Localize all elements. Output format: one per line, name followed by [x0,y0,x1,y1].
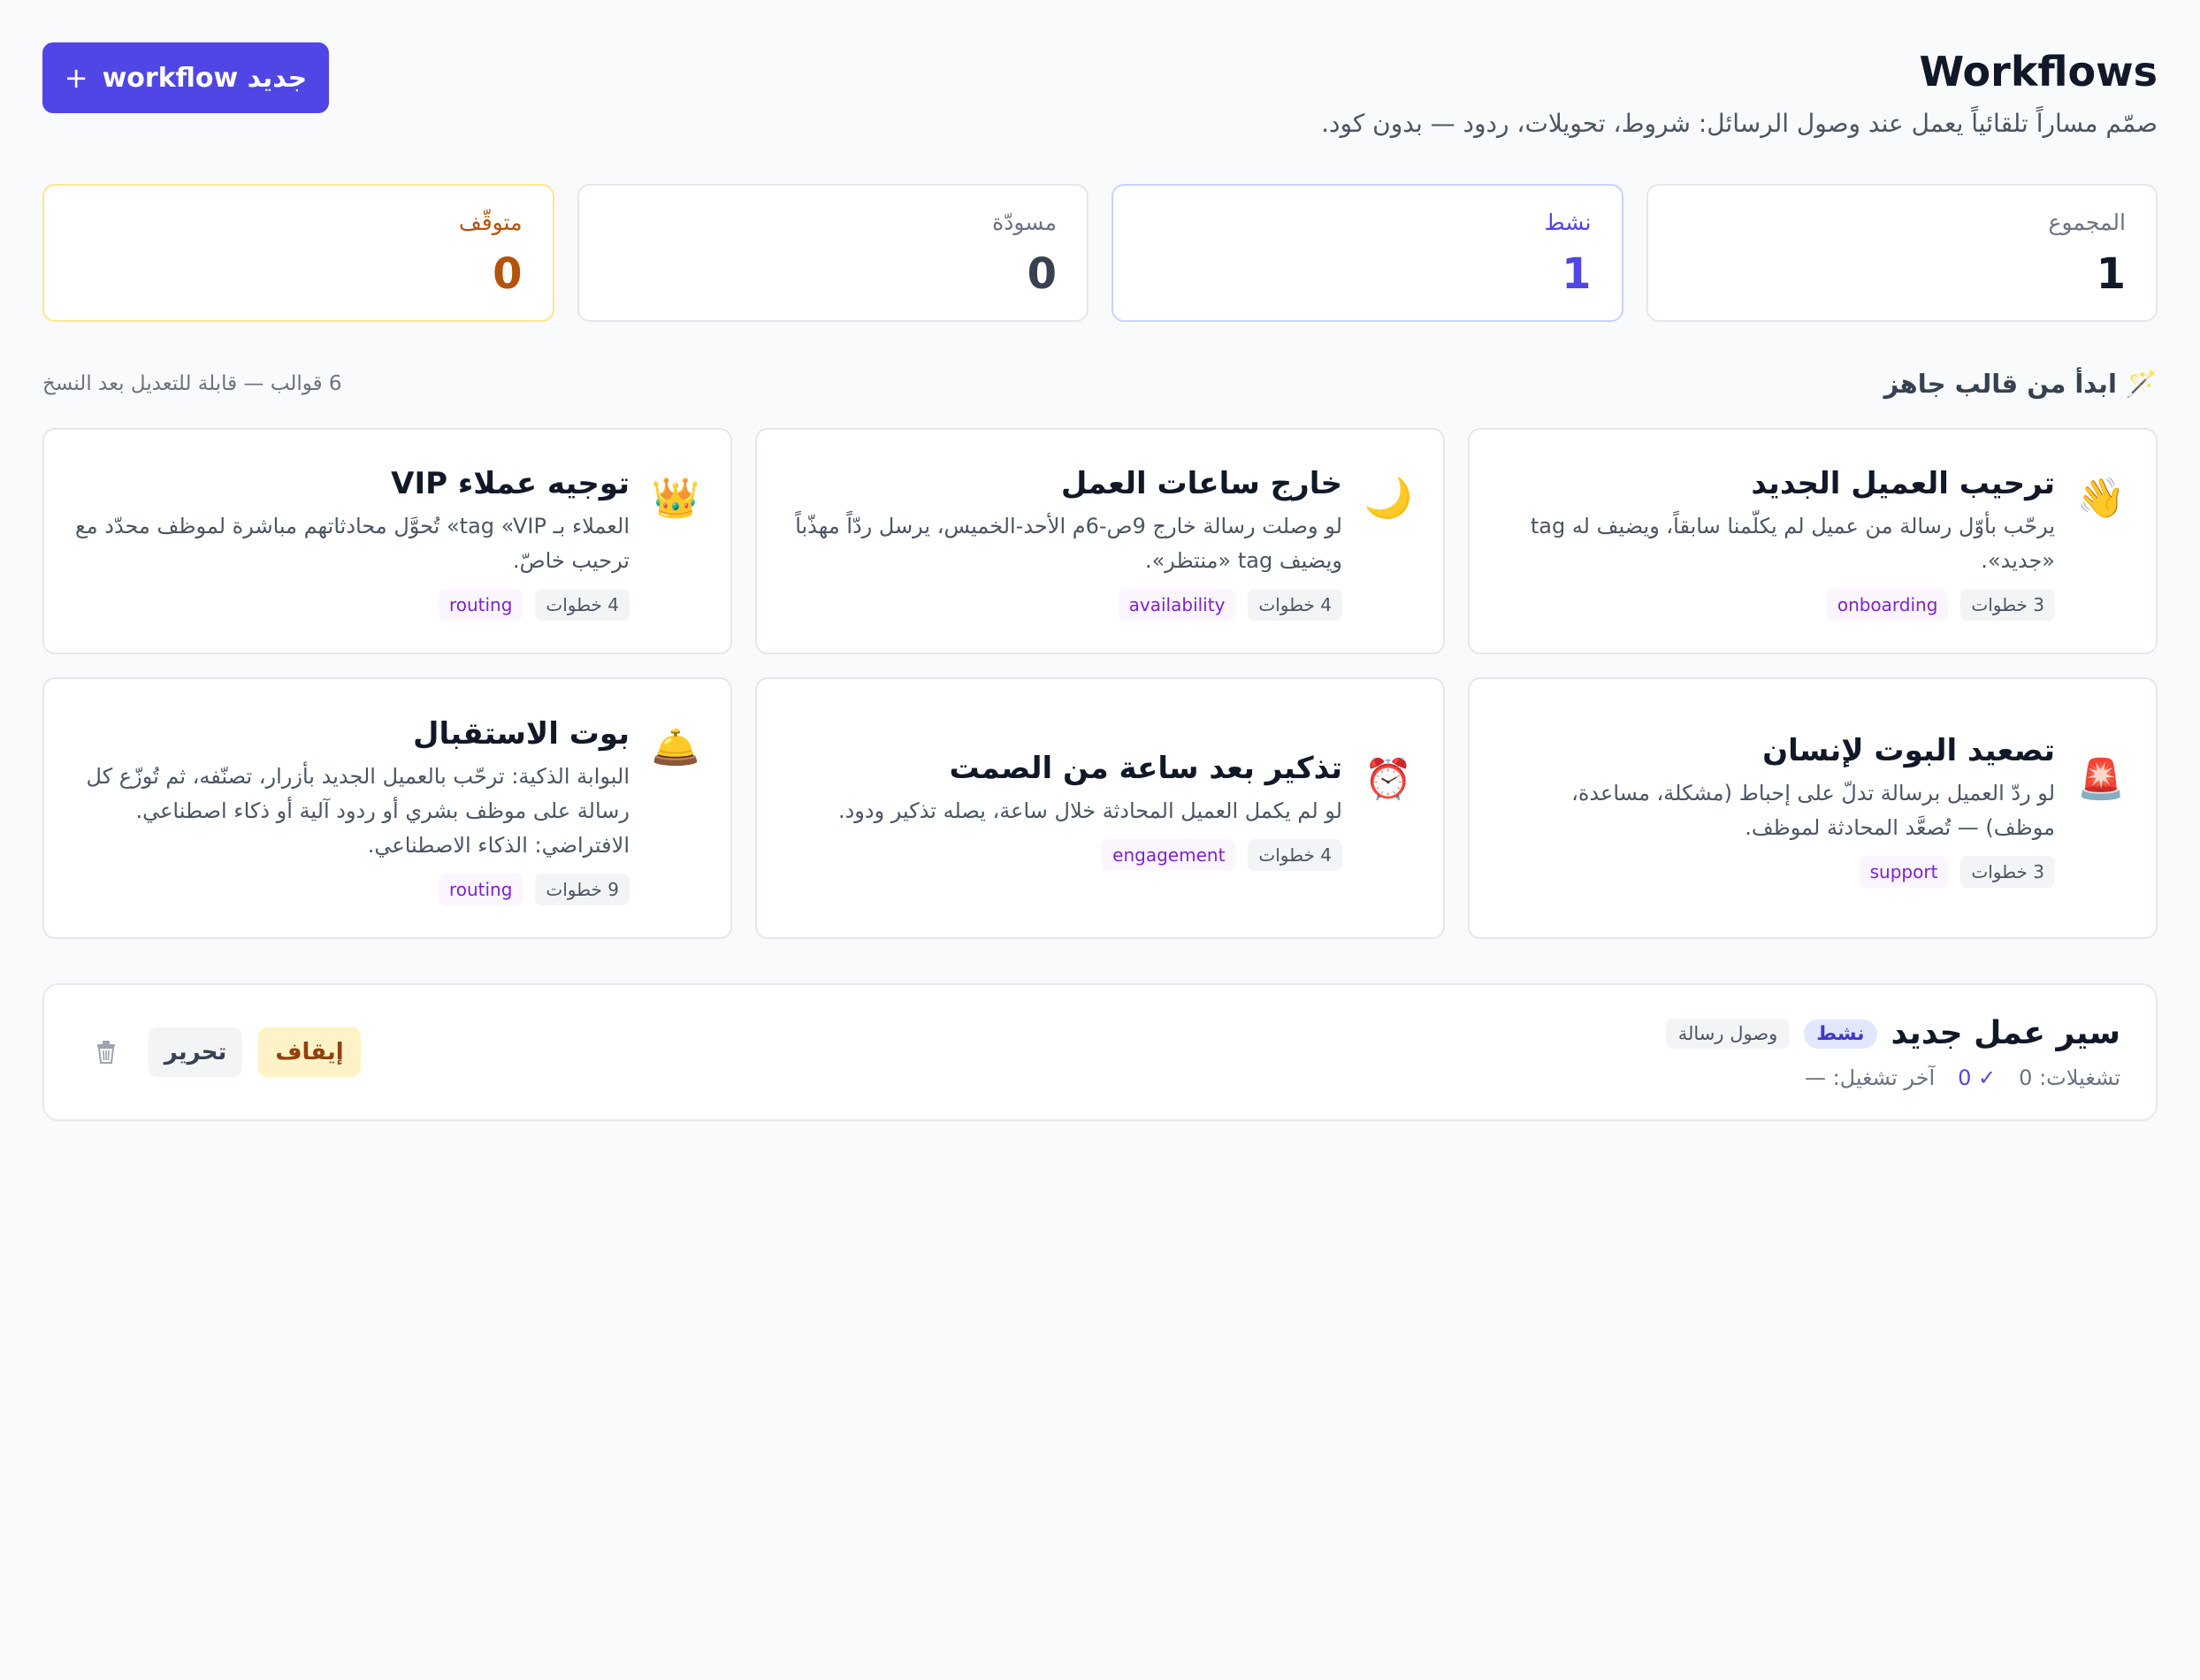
stat-card-draft: مسودّة 0 [577,184,1089,322]
stat-value: 0 [1027,249,1057,299]
template-card-vip-routing[interactable]: 👑 توجيه عملاء VIP العملاء بـ tag «VIP» ت… [42,428,732,654]
stat-card-active: نشط 1 [1111,184,1623,322]
template-description: البوابة الذكية: ترحّب بالعميل الجديد بأز… [86,763,630,858]
template-card-escalation[interactable]: 🚨 تصعيد البوت لإنسان لو ردّ العميل برسال… [1468,677,2158,939]
siren-icon: 🚨 [2076,757,2126,802]
trigger-badge: وصول رسالة [1665,1019,1791,1049]
crown-icon: 👑 [651,476,700,521]
page-title: Workflows [1919,48,2158,95]
template-card-body: خارج ساعات العمل لو وصلت رسالة خارج 9ص-6… [787,462,1342,621]
steps-badge: 3 خطوات [1960,589,2055,621]
category-tag: engagement [1102,838,1236,871]
template-card-welcome[interactable]: 👋 ترحيب العميل الجديد يرحّب بأوّل رسالة … [1468,428,2158,654]
template-description: لو ردّ العميل برسالة تدلّ على إحباط (مشك… [1571,781,2055,840]
workflow-stats: تشغيلات: 0 ✓ 0 آخر تشغيل: — [1666,1063,2120,1093]
stat-value: 0 [493,249,523,299]
template-meta: 9 خطوات routing [74,873,630,905]
stat-label: متوقّف [458,210,523,235]
stat-value: 1 [2096,249,2126,299]
template-card-body: بوت الاستقبال البوابة الذكية: ترحّب بالع… [74,712,630,905]
steps-badge: 4 خطوات [1248,838,1342,871]
template-meta: 3 خطوات onboarding [1500,589,2055,621]
template-meta: 3 خطوات support [1500,856,2055,888]
templates-grid: 👋 ترحيب العميل الجديد يرحّب بأوّل رسالة … [42,428,2158,939]
category-tag: routing [438,873,523,905]
stats-row: المجموع 1 نشط 1 مسودّة 0 متوقّف 0 [42,184,2158,322]
templates-header: 🪄 ابدأ من قالب جاهز 6 قوالب — قابلة للتع… [42,366,2158,401]
template-card-after-hours[interactable]: 🌙 خارج ساعات العمل لو وصلت رسالة خارج 9ص… [755,428,1445,654]
templates-title: 🪄 ابدأ من قالب جاهز [1884,369,2158,400]
workflow-actions: إيقاف تحرير [80,1027,361,1077]
workflow-info: سير عمل جديد نشط وصول رسالة تشغيلات: 0 ✓… [1665,1012,2120,1093]
bellhop-bell-icon: 🛎️ [651,725,700,770]
template-card-reception-bot[interactable]: 🛎️ بوت الاستقبال البوابة الذكية: ترحّب ب… [42,677,732,939]
waving-hand-icon: 👋 [2076,476,2126,521]
trash-icon[interactable] [80,1027,133,1077]
template-meta: 4 خطوات routing [74,589,630,621]
template-card-reminder[interactable]: ⏰ تذكير بعد ساعة من الصمت لو لم يكمل الع… [755,677,1445,939]
template-title: توجيه عملاء VIP [391,466,630,501]
runs-count: تشغيلات: 0 [2019,1065,2120,1090]
edit-button[interactable]: تحرير [149,1027,242,1077]
template-description: لو وصلت رسالة خارج 9ص-6م الأحد-الخميس، ي… [795,514,1342,573]
new-workflow-button[interactable]: جديد workflow + [42,42,329,113]
page-subtitle: صمّم مساراً تلقائياً يعمل عند وصول الرسا… [1321,109,2158,138]
moon-icon: 🌙 [1364,476,1413,521]
alarm-clock-icon: ⏰ [1364,757,1413,802]
category-tag: availability [1118,589,1236,621]
workflows-page: Workflows صمّم مساراً تلقائياً يعمل عند … [0,0,2200,1680]
workflow-name: سير عمل جديد [1891,1015,2120,1051]
stat-label: نشط [1544,210,1592,235]
stat-value: 1 [1562,249,1592,299]
page-header: Workflows صمّم مساراً تلقائياً يعمل عند … [42,42,2158,149]
template-description: العملاء بـ tag «VIP» تُحوَّل محادثاتهم م… [75,514,630,573]
template-card-body: ترحيب العميل الجديد يرحّب بأوّل رسالة من… [1500,462,2055,621]
last-run: آخر تشغيل: — [1804,1065,1936,1090]
template-title: ترحيب العميل الجديد [1751,466,2055,501]
template-meta: 4 خطوات availability [787,589,1342,621]
stat-label: المجموع [2048,210,2126,235]
stat-label: مسودّة [992,210,1057,235]
templates-title-text: ابدأ من قالب جاهز [1883,369,2117,399]
steps-badge: 4 خطوات [535,589,630,621]
category-tag: support [1859,856,1949,888]
plus-icon: + [64,61,88,95]
template-title: تذكير بعد ساعة من الصمت [949,750,1342,786]
stat-card-paused: متوقّف 0 [42,184,554,322]
status-badge: نشط [1804,1019,1877,1049]
template-title: تصعيد البوت لإنسان [1762,733,2055,768]
workflow-row: سير عمل جديد نشط وصول رسالة تشغيلات: 0 ✓… [42,983,2158,1121]
templates-note: 6 قوالب — قابلة للتعديل بعد النسخ [42,372,342,395]
success-count: ✓ 0 [1958,1065,1997,1090]
template-card-body: توجيه عملاء VIP العملاء بـ tag «VIP» تُح… [74,462,630,621]
template-title: بوت الاستقبال [413,715,630,752]
pause-button[interactable]: إيقاف [258,1027,361,1077]
template-card-body: تذكير بعد ساعة من الصمت لو لم يكمل العمي… [787,746,1342,871]
category-tag: routing [438,589,523,621]
template-description: يرحّب بأوّل رسالة من عميل لم يكلّمنا ساب… [1530,514,2055,573]
trash-icon-svg [97,1041,115,1064]
steps-badge: 3 خطوات [1960,856,2055,888]
stat-card-total: المجموع 1 [1646,184,2158,322]
template-description: لو لم يكمل العميل المحادثة خلال ساعة، يص… [837,798,1342,823]
steps-badge: 9 خطوات [535,873,630,905]
category-tag: onboarding [1826,589,1949,621]
workflow-header: سير عمل جديد نشط وصول رسالة [1665,1012,2120,1056]
template-card-body: تصعيد البوت لإنسان لو ردّ العميل برسالة … [1500,729,2055,888]
new-workflow-label: جديد workflow [102,62,308,94]
title-block: Workflows صمّم مساراً تلقائياً يعمل عند … [1321,42,2158,141]
template-title: خارج ساعات العمل [1060,466,1342,501]
template-meta: 4 خطوات engagement [787,838,1342,871]
steps-badge: 4 خطوات [1248,589,1342,621]
magic-wand-icon: 🪄 [2125,368,2158,399]
